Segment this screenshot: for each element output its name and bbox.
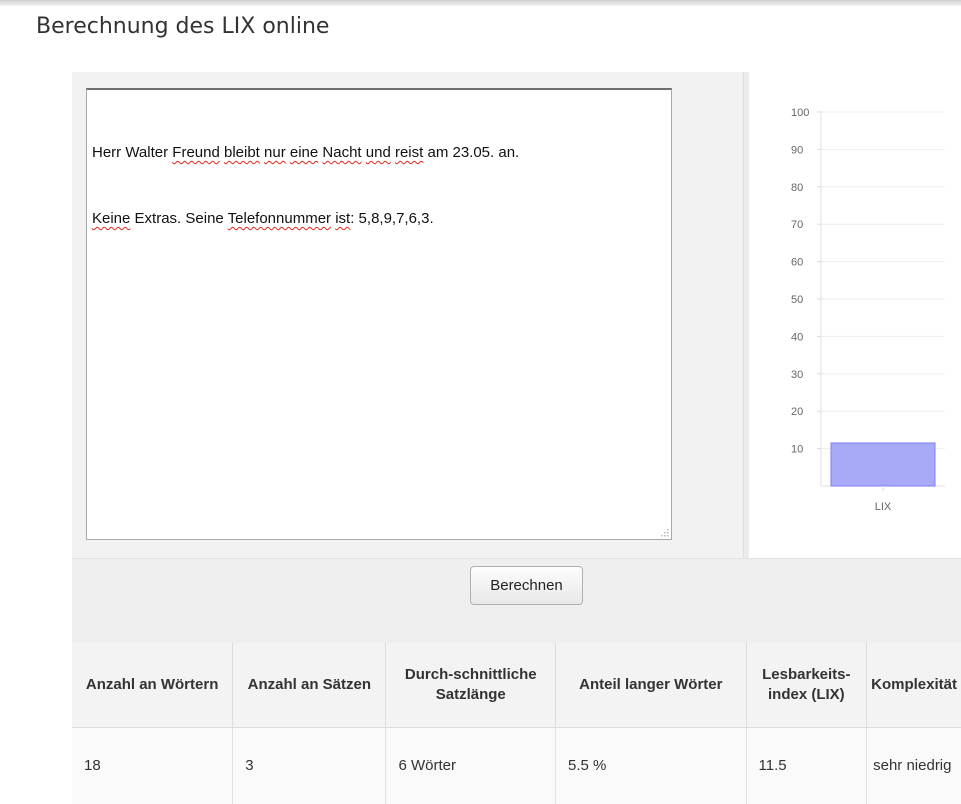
y-tick-label: 50 [791, 294, 803, 306]
text-line-2: Keine Extras. Seine Telefonnummer ist: 5… [92, 208, 662, 230]
text-segment: : 5,8,9,7,6,3. [350, 210, 433, 227]
y-tick-label: 100 [791, 107, 809, 119]
page-title: Berechnung des LIX online [36, 14, 329, 39]
misspelled-word: und [366, 144, 391, 161]
value-avg-sentence-length: 6 Wörter [386, 728, 556, 804]
misspelled-word: reist [395, 144, 423, 161]
header-lix: Lesbarkeits-index (LIX) [746, 643, 867, 728]
y-tick-label: 30 [791, 369, 803, 381]
value-sentence-count: 3 [233, 728, 386, 804]
y-tick-label: 20 [791, 406, 803, 418]
misspelled-word: nur [264, 144, 286, 161]
misspelled-word: bleibt [224, 144, 260, 161]
value-lix: 11.5 [746, 728, 867, 804]
text-segment: Extras. Seine [130, 210, 227, 227]
text-line-1: Herr Walter Freund bleibt nur eine Nacht… [92, 142, 662, 164]
header-word-count: Anzahl an Wörtern [72, 643, 233, 728]
y-tick-label: 10 [791, 444, 803, 456]
misspelled-word: Keine [92, 210, 130, 227]
misspelled-word: eine [290, 144, 318, 161]
misspelled-word: ist [335, 210, 350, 227]
bar-lix [831, 443, 935, 486]
misspelled-word: Telefonnummer [228, 210, 331, 227]
text-segment: am 23.05. an. [423, 144, 519, 161]
text-segment: Herr Walter [92, 144, 172, 161]
value-long-word-share: 5.5 % [556, 728, 747, 804]
y-tick-label: 80 [791, 182, 803, 194]
y-tick-label: 60 [791, 257, 803, 269]
text-input-area[interactable]: Herr Walter Freund bleibt nur eine Nacht… [86, 88, 672, 540]
misspelled-word: Freund [172, 144, 220, 161]
x-tick-label: LIX [875, 501, 892, 513]
header-long-word-share: Anteil langer Wörter [556, 643, 747, 728]
value-word-count: 18 [72, 728, 233, 804]
results-header-row: Anzahl an Wörtern Anzahl an Sätzen Durch… [72, 643, 961, 728]
lix-bar-chart: 10 20 30 40 50 60 70 80 90 100 LIX [749, 72, 961, 558]
text-input-content[interactable]: Herr Walter Freund bleibt nur eine Nacht… [92, 98, 662, 274]
top-bar [0, 0, 961, 6]
header-avg-sentence-length: Durch-schnittliche Satzlänge [386, 643, 556, 728]
header-complexity: Komplexität [867, 643, 961, 728]
lix-chart-container: 10 20 30 40 50 60 70 80 90 100 LIX [749, 72, 961, 558]
results-value-row: 18 3 6 Wörter 5.5 % 11.5 sehr niedrig [72, 728, 961, 804]
y-tick-label: 40 [791, 331, 803, 343]
calculate-button[interactable]: Berechnen [470, 566, 583, 605]
results-table: Anzahl an Wörtern Anzahl an Sätzen Durch… [72, 643, 961, 804]
y-tick-label: 70 [791, 219, 803, 231]
y-tick-label: 90 [791, 144, 803, 156]
resize-grip-icon[interactable] [659, 527, 669, 537]
misspelled-word: Nacht [322, 144, 361, 161]
value-complexity: sehr niedrig [867, 728, 961, 804]
header-sentence-count: Anzahl an Sätzen [233, 643, 386, 728]
